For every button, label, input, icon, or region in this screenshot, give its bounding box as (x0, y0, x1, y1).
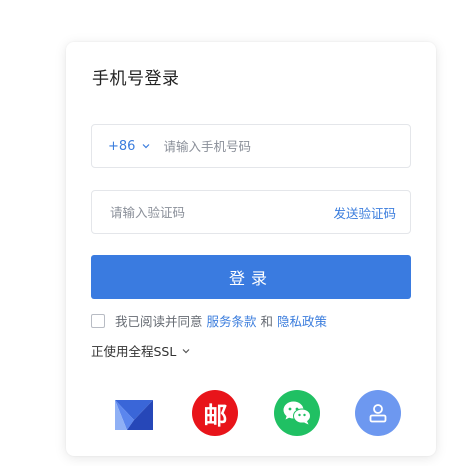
country-code-selector[interactable]: +86 (108, 139, 151, 154)
agree-prefix-text: 我已阅读并同意 (115, 314, 203, 329)
third-party-login: 邮 (111, 390, 401, 436)
verification-code-input[interactable] (108, 190, 334, 234)
post-office-icon[interactable]: 邮 (192, 390, 239, 436)
login-button[interactable]: 登录 (91, 255, 411, 299)
ssl-label: 正使用全程SSL (91, 344, 177, 359)
terms-link[interactable]: 服务条款 (207, 311, 257, 330)
and-text: 和 (260, 314, 274, 329)
phone-input[interactable] (161, 124, 410, 168)
agreement-row: 我已阅读并同意 服务条款 和 隐私政策 (91, 311, 327, 330)
mail-icon[interactable] (111, 390, 157, 436)
wechat-logo-icon (283, 401, 311, 425)
country-code-label: +86 (108, 138, 136, 154)
agree-checkbox[interactable] (91, 313, 105, 328)
chevron-down-icon (143, 144, 150, 149)
login-card: 手机号登录 +86 发送验证码 登录 我已阅读并同意 服务条款 和 隐私政策 正… (66, 42, 436, 456)
wechat-icon[interactable] (273, 390, 320, 436)
verification-code-field: 发送验证码 (91, 190, 411, 234)
account-icon[interactable] (354, 390, 401, 436)
ssl-toggle[interactable]: 正使用全程SSL (91, 341, 191, 360)
page-title: 手机号登录 (92, 69, 180, 89)
send-code-button[interactable]: 发送验证码 (333, 203, 396, 222)
user-icon (369, 404, 387, 423)
mail-logo-icon (115, 400, 153, 430)
privacy-link[interactable]: 隐私政策 (277, 311, 327, 330)
chevron-down-icon (182, 348, 190, 353)
post-office-glyph: 邮 (203, 400, 228, 430)
phone-field: +86 (91, 124, 411, 168)
